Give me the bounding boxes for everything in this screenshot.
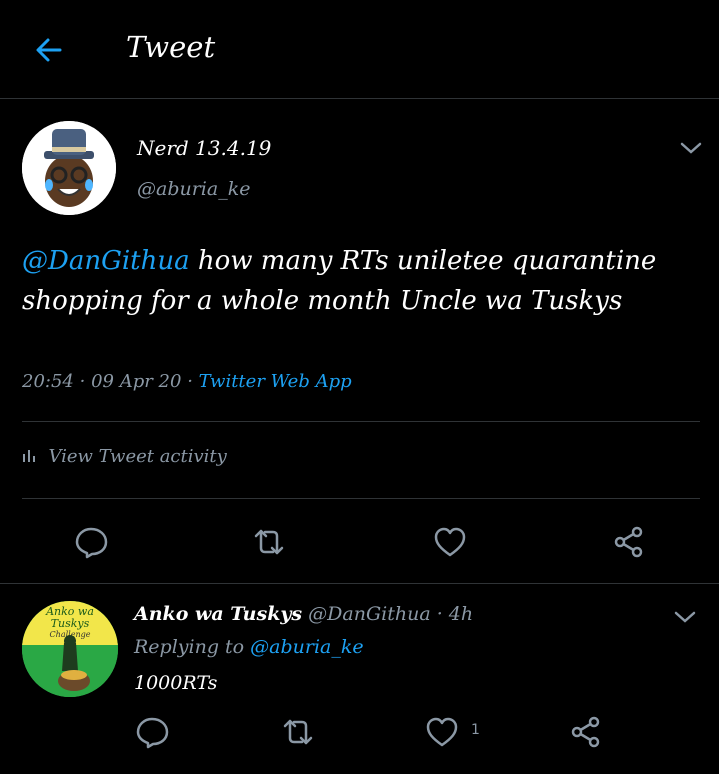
divider	[22, 498, 700, 499]
reply-author-handle[interactable]: @DanGithua	[308, 603, 431, 625]
replying-to-line: Replying to @aburia_ke	[134, 636, 364, 658]
view-activity-link[interactable]: View Tweet activity	[22, 446, 227, 467]
like-icon[interactable]	[432, 524, 468, 560]
reply-text: 1000RTs	[134, 672, 218, 694]
divider	[0, 583, 719, 584]
back-arrow-icon[interactable]	[30, 30, 70, 70]
tweet-text: @DanGithua how many RTs uniletee quarant…	[22, 241, 702, 321]
meta-separator: ·	[436, 603, 443, 625]
replying-to-handle[interactable]: @aburia_ke	[250, 636, 363, 658]
reply-icon[interactable]	[134, 714, 170, 750]
bar-chart-icon	[22, 450, 40, 466]
memoji-avatar-icon	[22, 121, 116, 215]
mention-link[interactable]: @DanGithua	[22, 246, 190, 276]
chevron-down-icon[interactable]	[678, 140, 704, 156]
share-icon[interactable]	[611, 524, 647, 560]
page-title: Tweet	[126, 30, 216, 64]
view-activity-label: View Tweet activity	[48, 446, 227, 467]
reply-avatar-image: Anko wa Tuskys Challenge	[22, 601, 118, 697]
like-icon[interactable]	[424, 714, 460, 750]
author-handle[interactable]: @aburia_ke	[137, 178, 250, 200]
header-bar: Tweet	[0, 0, 719, 99]
avatar[interactable]	[22, 121, 116, 215]
meta-separator: ·	[187, 371, 193, 392]
reply-author-name[interactable]: Anko wa Tuskys	[134, 603, 302, 625]
tweet-time: 20:54	[22, 371, 74, 392]
tweet-meta: 20:54 · 09 Apr 20 · Twitter Web App	[22, 371, 352, 392]
tweet-source-link[interactable]: Twitter Web App	[199, 371, 352, 392]
author-name[interactable]: Nerd 13.4.19	[137, 136, 271, 160]
share-icon[interactable]	[568, 714, 604, 750]
reply-icon[interactable]	[73, 524, 109, 560]
tweet-date: 09 Apr 20	[91, 371, 182, 392]
retweet-icon[interactable]	[251, 524, 287, 560]
like-count: 1	[471, 722, 480, 738]
divider	[22, 421, 700, 422]
reply-author-line[interactable]: Anko wa Tuskys @DanGithua · 4h	[134, 603, 473, 625]
reply-age: 4h	[448, 603, 474, 625]
meta-separator: ·	[79, 371, 86, 392]
chevron-down-icon[interactable]	[672, 609, 698, 625]
retweet-icon[interactable]	[280, 714, 316, 750]
replying-to-label: Replying to	[134, 636, 245, 658]
reply-avatar[interactable]: Anko wa Tuskys Challenge	[22, 601, 118, 697]
svg-text:Tuskys: Tuskys	[51, 617, 90, 630]
